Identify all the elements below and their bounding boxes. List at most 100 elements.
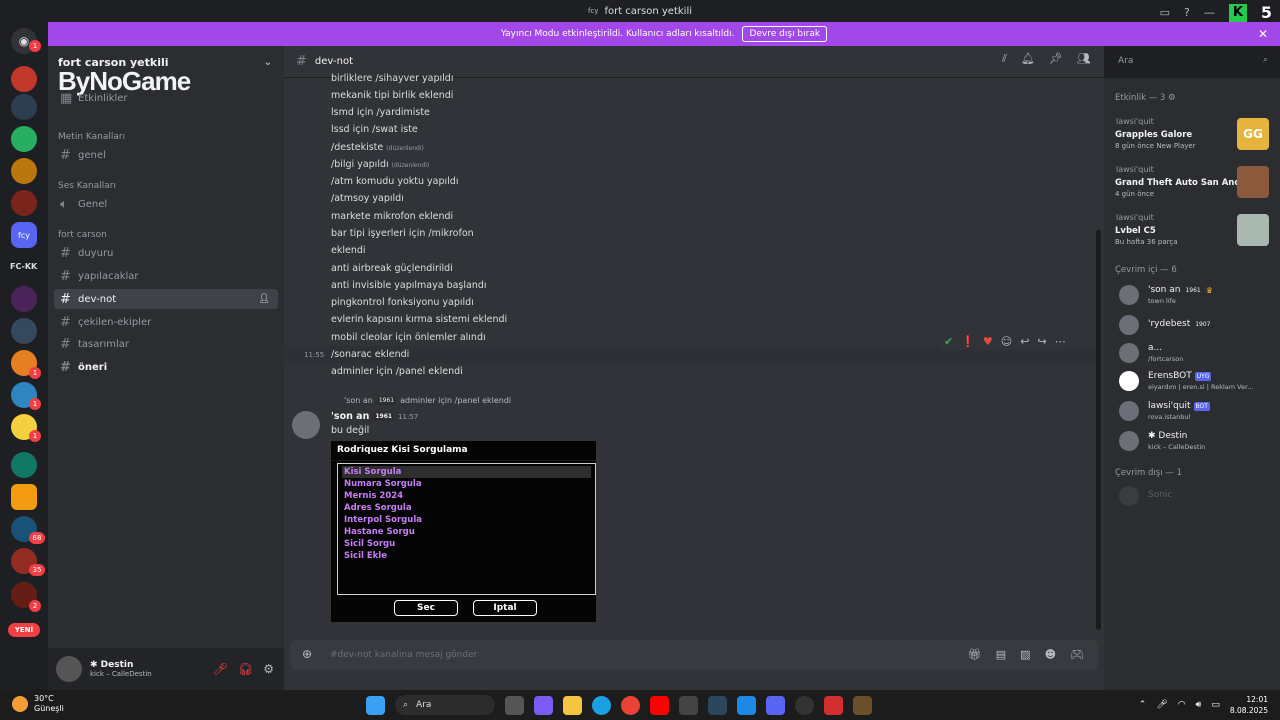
deafen-icon[interactable]: 🎧︎	[238, 662, 253, 676]
sticker-icon[interactable]: ▨	[1020, 648, 1030, 661]
author-name[interactable]: 'son an	[331, 411, 369, 422]
server-icon[interactable]	[11, 318, 37, 344]
task-view-icon[interactable]	[505, 695, 524, 715]
store-icon[interactable]	[679, 695, 698, 715]
steam-icon[interactable]	[708, 695, 727, 715]
battery-icon[interactable]: ▭	[1211, 700, 1220, 710]
avatar[interactable]	[56, 656, 82, 682]
avatar[interactable]	[292, 411, 320, 439]
category-fort-carson[interactable]: fort carson	[58, 230, 107, 240]
hash-icon: #	[60, 336, 71, 352]
member-item[interactable]: Sonic	[1114, 481, 1274, 511]
server-icon[interactable]	[11, 286, 37, 312]
threads-icon[interactable]: ⫽	[1002, 52, 1007, 66]
mute-mic-icon[interactable]: 🎤︎	[213, 662, 228, 676]
disable-streamer-mode-button[interactable]: Devre dışı bırak	[742, 26, 828, 42]
app-icon[interactable]	[824, 695, 843, 715]
category-text-channels[interactable]: Metin Kanalları	[58, 132, 125, 142]
reply-reference[interactable]: 'son an 1961 adminler için /panel eklend…	[344, 396, 511, 405]
close-icon[interactable]: ✕	[1258, 27, 1268, 41]
gear-icon[interactable]: ⚙	[1168, 93, 1176, 103]
gif-icon[interactable]: ▤	[996, 648, 1006, 661]
plus-icon[interactable]: ⊕	[302, 647, 312, 661]
sorgulama-dialog-image[interactable]: Rodriquez Kisi Sorgulama Kisi Sorgula Nu…	[330, 440, 597, 623]
emoji-icon[interactable]: ☻	[1045, 648, 1056, 661]
forward-icon[interactable]: ↪	[1037, 335, 1046, 348]
member-item[interactable]: 'rydebest 1907	[1114, 310, 1274, 340]
add-member-icon[interactable]: 👤︎	[259, 294, 270, 304]
avatar	[1119, 401, 1139, 421]
server-icon[interactable]	[11, 126, 37, 152]
file-explorer-icon[interactable]	[563, 695, 582, 715]
gift-icon[interactable]: 🎁︎	[968, 648, 982, 661]
youtube-icon[interactable]	[650, 695, 669, 715]
volume-icon[interactable]: 🔊︎	[1196, 700, 1202, 710]
channel-duyuru[interactable]: # duyuru	[54, 243, 278, 263]
game-thumbnail[interactable]	[1237, 214, 1269, 246]
server-icon[interactable]	[11, 94, 37, 120]
header-toolbar: ⫽ 🔔︎ 📌︎ 👥︎	[1002, 52, 1091, 66]
channel-oneri[interactable]: # öneri	[54, 357, 278, 377]
obs-icon[interactable]	[795, 695, 814, 715]
game-thumbnail[interactable]: GG	[1237, 118, 1269, 150]
game-thumbnail[interactable]	[1237, 166, 1269, 198]
chrome-icon[interactable]	[621, 695, 640, 715]
taskbar-search[interactable]: ⌕ Ara	[395, 695, 495, 715]
window-title: fort carson yetkili	[604, 5, 693, 17]
clock[interactable]: 12:01 8.08.2025	[1230, 694, 1268, 716]
game-icon[interactable]	[853, 695, 872, 715]
sidebar-item-events[interactable]: ▦ Etkinlikler	[54, 88, 278, 108]
server-icon[interactable]	[11, 66, 37, 92]
copilot-icon[interactable]	[534, 695, 553, 715]
more-icon[interactable]: ⋯	[1055, 335, 1066, 348]
member-item[interactable]: 'son an 1961 ♛ town life	[1114, 280, 1274, 310]
server-fc-kk-label[interactable]: FC-KK	[10, 262, 37, 271]
new-badge[interactable]: YENİ	[8, 623, 40, 637]
activity-user[interactable]: lawsi'quit	[1116, 213, 1154, 222]
channel-dev-not[interactable]: # dev-not 👤︎	[54, 289, 278, 309]
server-icon[interactable]	[11, 484, 37, 510]
add-reaction-icon[interactable]: ☺	[1001, 335, 1012, 348]
weather-widget[interactable]: 30°C Güneşli	[12, 694, 64, 714]
member-item[interactable]: ✱ Destin kick – CalleDestin	[1114, 426, 1274, 456]
channel-genel[interactable]: # genel	[54, 145, 278, 165]
discord-icon[interactable]	[766, 695, 785, 715]
inbox-icon[interactable]: ▭	[1160, 6, 1170, 19]
activity-user[interactable]: lawsi'quit	[1116, 117, 1154, 126]
message-input[interactable]: ⊕ #dev-not kanalına mesaj gönder 🎁︎ ▤ ▨ …	[290, 640, 1098, 670]
server-icon[interactable]	[11, 158, 37, 184]
reaction-icon[interactable]: ❗	[961, 335, 975, 348]
activity-user[interactable]: lawsi'quit	[1116, 165, 1154, 174]
member-item[interactable]: lawsi'quit BOT rova.istanbul	[1114, 396, 1274, 426]
help-icon[interactable]: ?	[1184, 6, 1190, 19]
bell-icon[interactable]: 🔔︎	[1021, 52, 1035, 66]
search-input[interactable]: Ara ⌕	[1110, 52, 1274, 72]
message-line: /atmsoy yapıldı	[331, 193, 404, 204]
chevron-up-icon[interactable]: ⌃	[1139, 700, 1147, 710]
members-icon[interactable]: 👥︎	[1077, 52, 1091, 66]
chat-scrollbar[interactable]	[1096, 230, 1101, 630]
member-item[interactable]: ErensBOT UYG eiyardım | eren.si | Reklam …	[1114, 366, 1274, 396]
server-icon[interactable]	[11, 452, 37, 478]
minimize-icon[interactable]: —	[1204, 6, 1215, 19]
reply-icon[interactable]: ↩	[1020, 335, 1029, 348]
member-item[interactable]: a... /fortcarson	[1114, 338, 1274, 368]
wifi-icon[interactable]: ◠	[1178, 700, 1186, 710]
category-voice-channels[interactable]: Ses Kanalları	[58, 181, 116, 191]
search-icon: ⌕	[403, 700, 409, 710]
windows-start-icon[interactable]	[366, 695, 385, 715]
pin-icon[interactable]: 📌︎	[1049, 52, 1063, 66]
edge-icon[interactable]	[592, 695, 611, 715]
heart-reaction-icon[interactable]: ♥	[983, 335, 993, 348]
apps-icon[interactable]: 🎮︎	[1070, 648, 1084, 661]
gear-icon[interactable]: ⚙	[263, 662, 274, 676]
channel-yapilacaklar[interactable]: # yapılacaklar	[54, 266, 278, 286]
check-reaction-icon[interactable]: ✔	[944, 335, 953, 348]
voice-channel-genel[interactable]: 🔈︎ Genel	[54, 194, 278, 214]
channel-cekilen-ekipler[interactable]: # çekilen-ekipler	[54, 312, 278, 332]
server-icon[interactable]	[11, 190, 37, 216]
app-icon[interactable]	[737, 695, 756, 715]
channel-tasarimlar[interactable]: # tasarımlar	[54, 334, 278, 354]
mic-icon[interactable]: 🎤︎	[1156, 700, 1167, 710]
server-fcy-icon[interactable]: fcy	[11, 222, 37, 248]
